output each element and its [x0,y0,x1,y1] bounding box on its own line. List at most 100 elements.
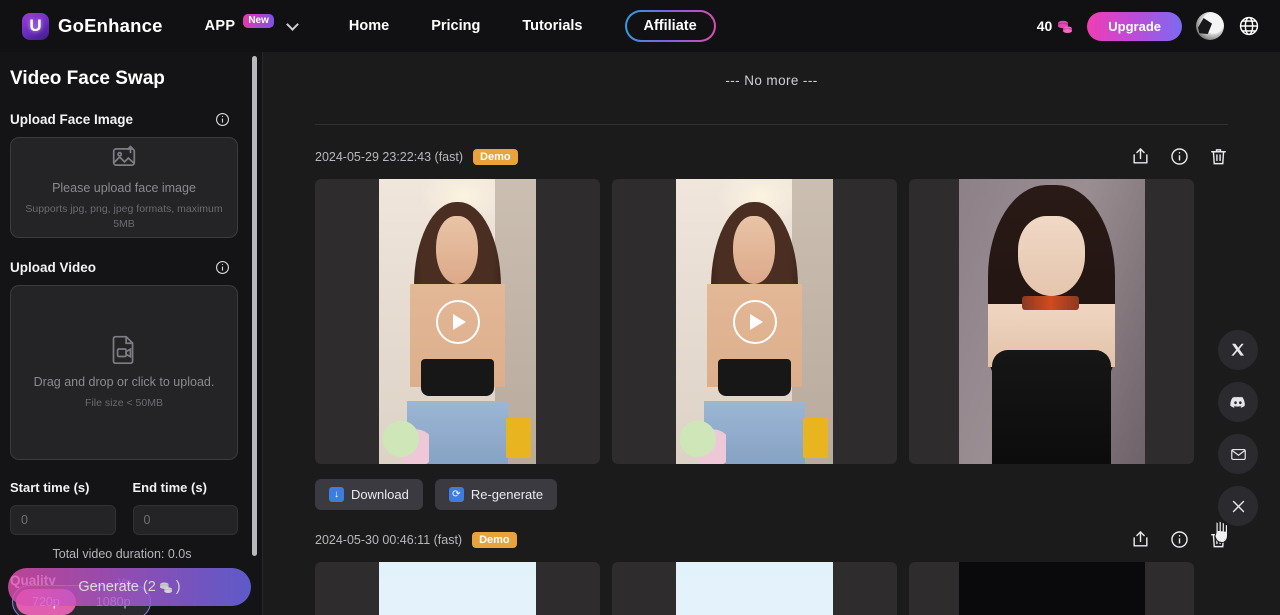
result-timestamp: 2024-05-30 00:46:11 (fast) [315,532,463,547]
new-badge: New [243,14,274,28]
end-time-group: End time (s) [132,480,238,535]
app-dropdown-label: APP [204,18,236,34]
thumbnail-media [958,179,1145,464]
face-dropzone-secondary-text: Supports jpg, png, jpeg formats, maximum… [25,203,223,230]
total-duration-note: Total video duration: 0.0s [52,547,192,561]
start-time-label: Start time (s) [10,480,90,495]
sidebar-scrollbar[interactable] [252,56,257,556]
face-reference-image[interactable] [909,562,1194,615]
no-more-label: --- No more --- [725,73,818,88]
results-feed: --- No more --- 2024-05-29 23:22:43 (fas… [263,52,1280,615]
video-face-swap-panel: Video Face Swap Upload Face Image Please… [0,52,263,615]
end-time-label: End time (s) [132,480,207,495]
goenhance-app: U GoEnhance APP New Home Pricing Tutoria… [0,0,1280,615]
upload-video-label: Upload Video [10,260,97,275]
face-image [958,562,1145,615]
start-time-group: Start time (s) [10,480,116,535]
feed-divider [315,124,1228,125]
close-icon [1232,500,1244,512]
trash-icon[interactable] [1209,147,1228,166]
face-image [958,179,1145,464]
face-image-dropzone[interactable]: Please upload face image Supports jpg, p… [10,137,238,238]
generate-button[interactable]: Generate (2 ) [8,568,251,606]
brand-name: GoEnhance [58,15,163,36]
floating-social-bar [1218,330,1258,526]
page-title: Video Face Swap [10,68,165,89]
info-icon[interactable] [215,112,230,127]
result-video-thumbnail[interactable] [612,562,897,615]
source-video-thumbnail[interactable] [315,179,600,464]
globe-icon[interactable] [1238,15,1260,37]
avatar[interactable] [1196,12,1224,40]
generate-button-label: Generate (2 [78,579,156,595]
image-upload-icon [112,145,136,167]
regenerate-button-label: Re-generate [470,487,544,502]
result-timestamp: 2024-05-29 23:22:43 (fast) [315,149,464,164]
video-dropzone[interactable]: Drag and drop or click to upload. File s… [10,285,238,460]
top-navigation-bar: U GoEnhance APP New Home Pricing Tutoria… [0,0,1280,52]
end-time-input[interactable] [132,505,238,535]
upload-face-image-section-header: Upload Face Image [8,112,246,127]
credits-indicator[interactable]: 40 [1037,18,1074,34]
result-button-row: ↓ Download ⟳ Re-generate [315,479,1228,510]
thumbnail-media [676,562,833,615]
mouse-cursor [1214,520,1228,544]
nav-item-tutorials[interactable]: Tutorials [522,18,582,34]
result-actions [1131,147,1228,166]
upgrade-button[interactable]: Upgrade [1087,11,1182,41]
result-header: 2024-05-30 00:46:11 (fast) Demo [315,530,1228,549]
video-dropzone-secondary-text: File size < 50MB [85,397,163,410]
goenhance-logo-icon: U [22,12,49,40]
nav-item-affiliate[interactable]: Affiliate [624,10,716,42]
mail-icon [1230,448,1246,460]
brand-logo-link[interactable]: U GoEnhance [16,12,163,40]
video-frame-image [676,179,833,464]
info-icon[interactable] [1170,530,1189,549]
download-icon: ↓ [329,487,344,502]
top-bar-right: 40 Upgrade [1037,11,1264,41]
start-time-input[interactable] [10,505,116,535]
video-file-icon [112,336,134,365]
face-dropzone-primary-text: Please upload face image [52,181,196,196]
result-thumbnails [315,179,1228,464]
thumbnail-media [958,562,1145,615]
upload-video-section-header: Upload Video [8,260,246,275]
twitter-x-button[interactable] [1218,330,1258,370]
nav-links: Home Pricing Tutorials Affiliate [349,10,716,42]
info-icon[interactable] [1170,147,1189,166]
email-button[interactable] [1218,434,1258,474]
chevron-down-icon [286,17,299,31]
result-header: 2024-05-29 23:22:43 (fast) Demo [315,147,1228,166]
download-button-label: Download [351,487,409,502]
nav-item-pricing[interactable]: Pricing [431,18,480,34]
coins-icon [159,582,172,593]
share-icon[interactable] [1131,147,1150,166]
app-dropdown[interactable]: APP New [204,14,299,34]
credits-value: 40 [1036,18,1053,34]
affiliate-label: Affiliate [626,12,714,40]
status-badge: Demo [472,531,517,548]
face-reference-image[interactable] [909,179,1194,464]
download-button[interactable]: ↓ Download [315,479,423,510]
share-icon[interactable] [1131,530,1150,549]
thumbnail-media [676,179,833,464]
regenerate-button[interactable]: ⟳ Re-generate [434,479,558,510]
status-badge: Demo [473,148,518,165]
nav-item-home[interactable]: Home [349,18,389,34]
coins-icon [1058,20,1073,33]
source-video-thumbnail[interactable] [315,562,600,615]
time-range-row: Start time (s) End time (s) [8,480,246,535]
video-frame-image [676,562,833,615]
video-dropzone-primary-text: Drag and drop or click to upload. [33,375,215,390]
result-video-thumbnail[interactable] [612,179,897,464]
info-icon[interactable] [215,260,230,275]
thumbnail-media [379,562,536,615]
discord-icon [1230,396,1245,408]
x-icon [1231,343,1244,356]
result-thumbnails [315,562,1228,615]
video-frame-image [379,562,536,615]
discord-button[interactable] [1218,382,1258,422]
thumbnail-media [379,179,536,464]
upload-face-image-label: Upload Face Image [10,112,134,127]
refresh-icon: ⟳ [448,487,464,502]
